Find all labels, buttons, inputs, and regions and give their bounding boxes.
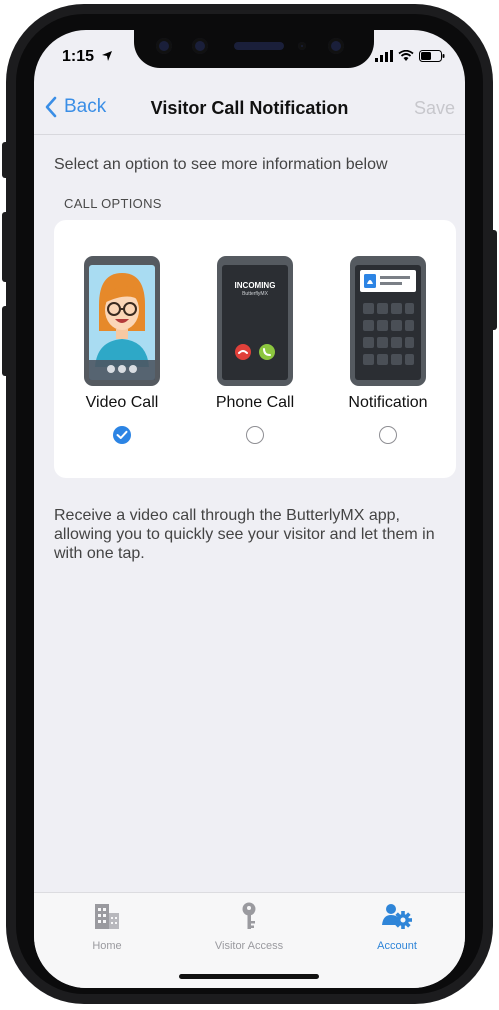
call-options-card: Video Call INCOMING ButterflyMX Phone Ca… <box>54 220 456 478</box>
radio-unselected[interactable] <box>379 426 397 444</box>
home-indicator[interactable] <box>179 974 319 979</box>
tab-account[interactable]: Account <box>342 901 452 952</box>
option-description: Receive a video call through the Butterl… <box>54 507 435 562</box>
page-title: Visitor Call Notification <box>150 98 349 118</box>
tab-label: Account <box>377 940 417 952</box>
status-time: 1:15 <box>62 48 95 65</box>
instruction-text: Select an option to see more information… <box>54 156 388 173</box>
tab-label: Visitor Access <box>214 940 284 952</box>
navigation-bar: Back Visitor Call Notification Save <box>34 84 465 135</box>
tab-visitor-access[interactable]: Visitor Access <box>194 901 304 952</box>
sensor <box>192 38 208 54</box>
option-label: Notification <box>348 394 428 411</box>
accept-call-icon <box>259 344 275 360</box>
incoming-label: INCOMING <box>234 281 276 290</box>
volume-up-button <box>2 212 10 282</box>
sensor <box>298 42 306 50</box>
screen: 1:15 Back Visitor Call Notification Save… <box>34 30 465 988</box>
battery-icon <box>419 50 445 62</box>
location-arrow-icon <box>102 51 112 61</box>
key-icon <box>242 902 256 929</box>
notch <box>134 30 374 68</box>
checkmark-icon <box>116 430 128 439</box>
front-camera <box>328 38 344 54</box>
option-notification[interactable]: Notification <box>328 256 448 444</box>
option-label: Phone Call <box>215 394 295 411</box>
option-phone-call[interactable]: INCOMING ButterflyMX Phone Call <box>195 256 315 444</box>
notification-illustration <box>350 256 426 386</box>
volume-down-button <box>2 306 10 376</box>
speaker-grille <box>234 42 284 50</box>
tab-label: Home <box>92 940 122 952</box>
tab-home[interactable]: Home <box>52 901 162 952</box>
save-button[interactable]: Save <box>414 98 455 119</box>
building-icon <box>95 904 119 929</box>
option-label: Video Call <box>85 394 159 411</box>
radio-unselected[interactable] <box>246 426 264 444</box>
notification-screen-icon <box>360 270 416 365</box>
sensor <box>156 38 172 54</box>
signal-icon <box>375 50 393 62</box>
video-call-illustration <box>84 256 160 386</box>
power-button <box>489 230 497 330</box>
mute-switch <box>2 142 10 178</box>
caller-name: ButterflyMX <box>242 291 268 297</box>
status-icons <box>375 50 445 62</box>
section-header: CALL OPTIONS <box>64 196 162 211</box>
user-gear-icon <box>382 904 412 929</box>
option-video-call[interactable]: Video Call <box>62 256 182 444</box>
decline-call-icon <box>235 344 251 360</box>
wifi-icon <box>398 50 414 61</box>
visitor-face-icon <box>89 273 155 380</box>
radio-selected[interactable] <box>113 426 131 444</box>
phone-call-illustration: INCOMING ButterflyMX <box>217 256 293 386</box>
